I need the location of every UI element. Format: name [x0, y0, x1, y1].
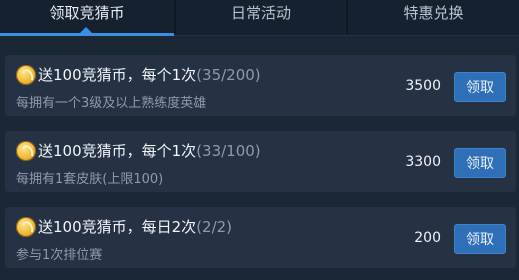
- tab-daily-activities[interactable]: 日常活动: [176, 0, 346, 36]
- gold-coin-icon: [16, 65, 36, 85]
- active-tab-caret-icon: [80, 27, 92, 33]
- tab-special-exchange[interactable]: 特惠兑换: [348, 0, 519, 36]
- task-title-text: 送100竞猜币，每个1次: [38, 66, 197, 84]
- task-description: 每拥有1套皮肤(上限100): [16, 172, 164, 187]
- claim-button[interactable]: 领取: [454, 72, 506, 102]
- task-description: 参与1次排位赛: [16, 248, 103, 263]
- claim-button[interactable]: 领取: [454, 224, 506, 254]
- task-card: 送100竞猜币，每日2次(2/2) 参与1次排位赛 200 领取: [5, 207, 516, 268]
- tab-label: 特惠兑换: [403, 4, 464, 22]
- task-title: 送100竞猜币，每个1次(33/100): [38, 140, 261, 161]
- task-progress: (2/2): [196, 218, 233, 236]
- tab-bar: 领取竞猜币 日常活动 特惠兑换: [0, 0, 519, 36]
- task-description: 每拥有一个3级及以上熟练度英雄: [16, 96, 207, 111]
- task-card: 送100竞猜币，每个1次(35/200) 每拥有一个3级及以上熟练度英雄 350…: [5, 55, 516, 116]
- task-title: 送100竞猜币，每个1次(35/200): [38, 64, 261, 85]
- claim-button[interactable]: 领取: [454, 148, 506, 178]
- task-amount: 3300: [405, 154, 441, 170]
- gold-coin-icon: [16, 217, 36, 237]
- tab-label: 领取竞猜币: [49, 4, 125, 22]
- task-progress: (33/100): [196, 142, 261, 160]
- task-card: 送100竞猜币，每个1次(33/100) 每拥有1套皮肤(上限100) 3300…: [5, 131, 516, 192]
- task-title-text: 送100竞猜币，每日2次: [38, 218, 197, 236]
- active-tab-indicator: [0, 33, 174, 36]
- task-amount: 200: [414, 230, 441, 246]
- task-title-text: 送100竞猜币，每个1次: [38, 142, 197, 160]
- gold-coin-icon: [16, 141, 36, 161]
- task-title: 送100竞猜币，每日2次(2/2): [38, 216, 232, 237]
- tab-label: 日常活动: [230, 4, 291, 22]
- task-amount: 3500: [405, 78, 441, 94]
- task-progress: (35/200): [196, 66, 261, 84]
